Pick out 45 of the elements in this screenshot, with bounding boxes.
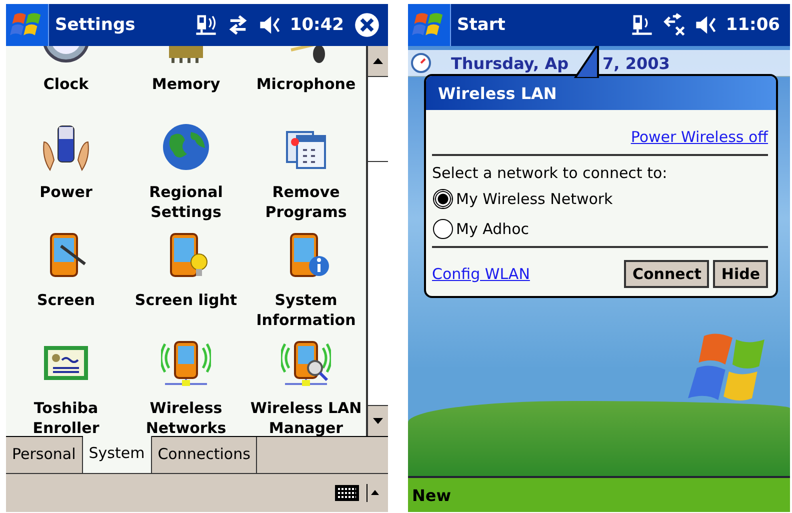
network-option[interactable]: My Adhoc bbox=[456, 220, 530, 238]
settings-item-label[interactable]: Wireless LAN Manager bbox=[246, 398, 366, 436]
start-menu-label[interactable]: Start bbox=[457, 15, 506, 35]
clock-time[interactable]: 10:42 bbox=[290, 15, 344, 35]
new-softkey[interactable]: New bbox=[412, 486, 452, 504]
popup-title: Wireless LAN bbox=[426, 76, 776, 110]
scroll-up-icon[interactable] bbox=[368, 46, 388, 77]
settings-item-label[interactable]: Toshiba Enroller bbox=[6, 398, 126, 436]
network-icon[interactable] bbox=[630, 13, 654, 37]
scroll-down-icon[interactable] bbox=[368, 405, 388, 436]
globe-icon[interactable] bbox=[161, 122, 211, 172]
power-off-link[interactable]: Power Wireless off bbox=[630, 128, 768, 146]
settings-item-label[interactable]: Screen bbox=[36, 290, 96, 310]
tab[interactable]: System bbox=[82, 436, 152, 473]
settings-item-label[interactable]: Regional Settings bbox=[126, 182, 246, 222]
start-flag-icon[interactable] bbox=[408, 4, 451, 46]
hide-button[interactable]: Hide bbox=[713, 260, 768, 288]
settings-item-label[interactable]: Remove Programs bbox=[246, 182, 366, 222]
network-prompt: Select a network to connect to: bbox=[432, 164, 668, 182]
settings-item-label[interactable]: Memory bbox=[152, 74, 220, 94]
settings-item-label[interactable]: Screen light bbox=[134, 290, 238, 310]
today-date[interactable]: Thursday, Ap bbox=[451, 54, 569, 72]
settings-item-label[interactable]: Power bbox=[40, 182, 92, 202]
network-option[interactable]: My Wireless Network bbox=[456, 190, 613, 208]
connect-button[interactable]: Connect bbox=[624, 260, 710, 288]
handheld-signal-icon[interactable] bbox=[161, 338, 211, 388]
keyboard-icon[interactable] bbox=[334, 484, 360, 502]
settings-item-label[interactable]: System Information bbox=[246, 290, 366, 330]
today-date[interactable]: 7, 2003 bbox=[602, 54, 670, 72]
settings-item-label[interactable]: Clock bbox=[43, 74, 89, 94]
radio-button[interactable] bbox=[433, 219, 453, 239]
start-flag-icon[interactable] bbox=[6, 4, 49, 46]
radio-button[interactable] bbox=[433, 189, 453, 209]
window-title: Settings bbox=[55, 15, 136, 35]
clock-time[interactable]: 11:06 bbox=[726, 15, 780, 35]
handheld-magnifier-icon[interactable] bbox=[281, 338, 331, 388]
input-menu-arrow-icon[interactable] bbox=[366, 484, 380, 502]
network-icon[interactable] bbox=[194, 13, 218, 37]
settings-item-label[interactable]: Wireless Networks bbox=[126, 398, 246, 436]
config-link[interactable]: Config WLAN bbox=[432, 265, 530, 283]
disconnected-arrows-icon[interactable] bbox=[662, 13, 686, 37]
scrollbar[interactable] bbox=[366, 46, 388, 436]
close-icon[interactable] bbox=[354, 12, 380, 38]
settings-item-label[interactable]: Microphone bbox=[256, 74, 356, 94]
clock-icon[interactable] bbox=[411, 53, 431, 73]
